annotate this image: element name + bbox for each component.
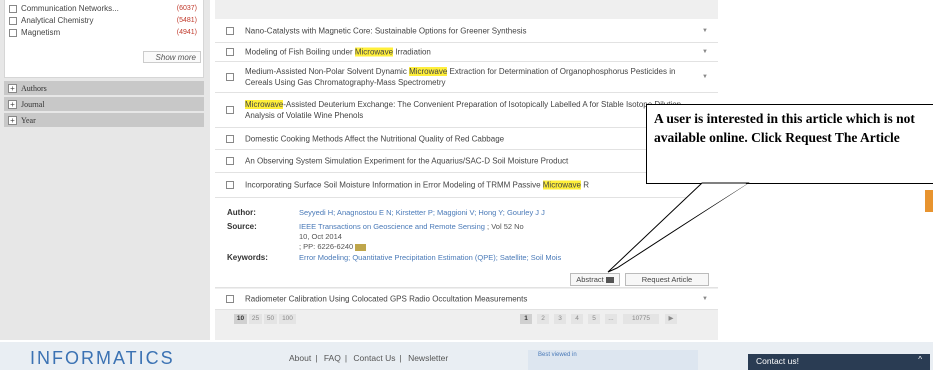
- callout-arrow: [607, 182, 750, 273]
